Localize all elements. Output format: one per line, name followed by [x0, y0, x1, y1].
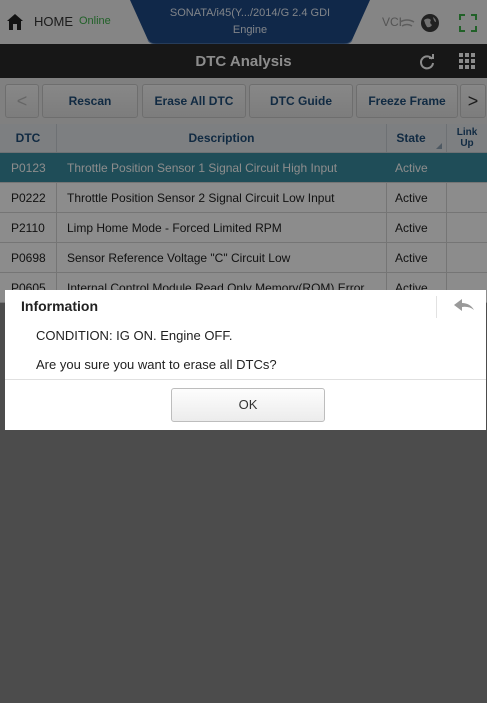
dialog-divider — [436, 296, 437, 318]
ok-button[interactable]: OK — [171, 388, 325, 422]
dialog-title: Information — [21, 298, 98, 314]
information-dialog: Information CONDITION: IG ON. Engine OFF… — [5, 290, 486, 430]
back-arrow-icon[interactable] — [452, 296, 476, 321]
dialog-divider — [5, 379, 486, 380]
dialog-condition-text: CONDITION: IG ON. Engine OFF. — [36, 328, 233, 343]
dialog-question-text: Are you sure you want to erase all DTCs? — [36, 357, 277, 372]
